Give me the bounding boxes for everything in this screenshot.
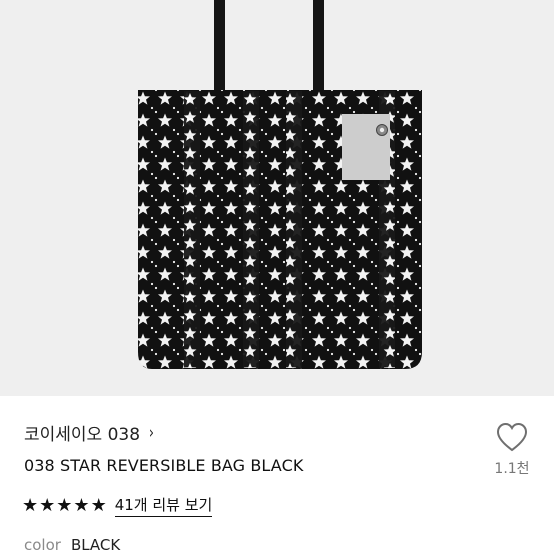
color-option: color BLACK (24, 536, 120, 554)
product-image[interactable] (0, 0, 554, 396)
product-detail-page: 코이세이오 038 › 038 STAR REVERSIBLE BAG BLAC… (0, 0, 554, 554)
bag-label-patch (342, 114, 390, 180)
color-value: BLACK (70, 536, 121, 554)
star-rating: ★ ★ ★ ★ ★ (22, 494, 107, 516)
color-label: color (24, 536, 61, 554)
like-count: 1.1천 (494, 461, 530, 477)
chevron-right-icon: › (148, 422, 155, 443)
like-button[interactable]: 1.1천 (486, 422, 538, 478)
heart-outline-icon (496, 422, 528, 452)
star-icon: ★ (73, 494, 90, 516)
review-link[interactable]: 41개 리뷰 보기 (114, 494, 213, 517)
product-image-area[interactable] (0, 0, 554, 396)
star-icon: ★ (22, 494, 39, 516)
rating-row: ★ ★ ★ ★ ★ 41개 리뷰 보기 (22, 494, 213, 517)
product-title: 038 STAR REVERSIBLE BAG BLACK (24, 456, 304, 475)
star-icon: ★ (56, 494, 73, 516)
star-icon: ★ (39, 494, 56, 516)
bag-handles (214, 0, 324, 96)
brand-link[interactable]: 코이세이오 038 › (24, 420, 155, 446)
star-icon: ★ (90, 494, 107, 516)
brand-name: 코이세이오 038 (24, 425, 141, 445)
